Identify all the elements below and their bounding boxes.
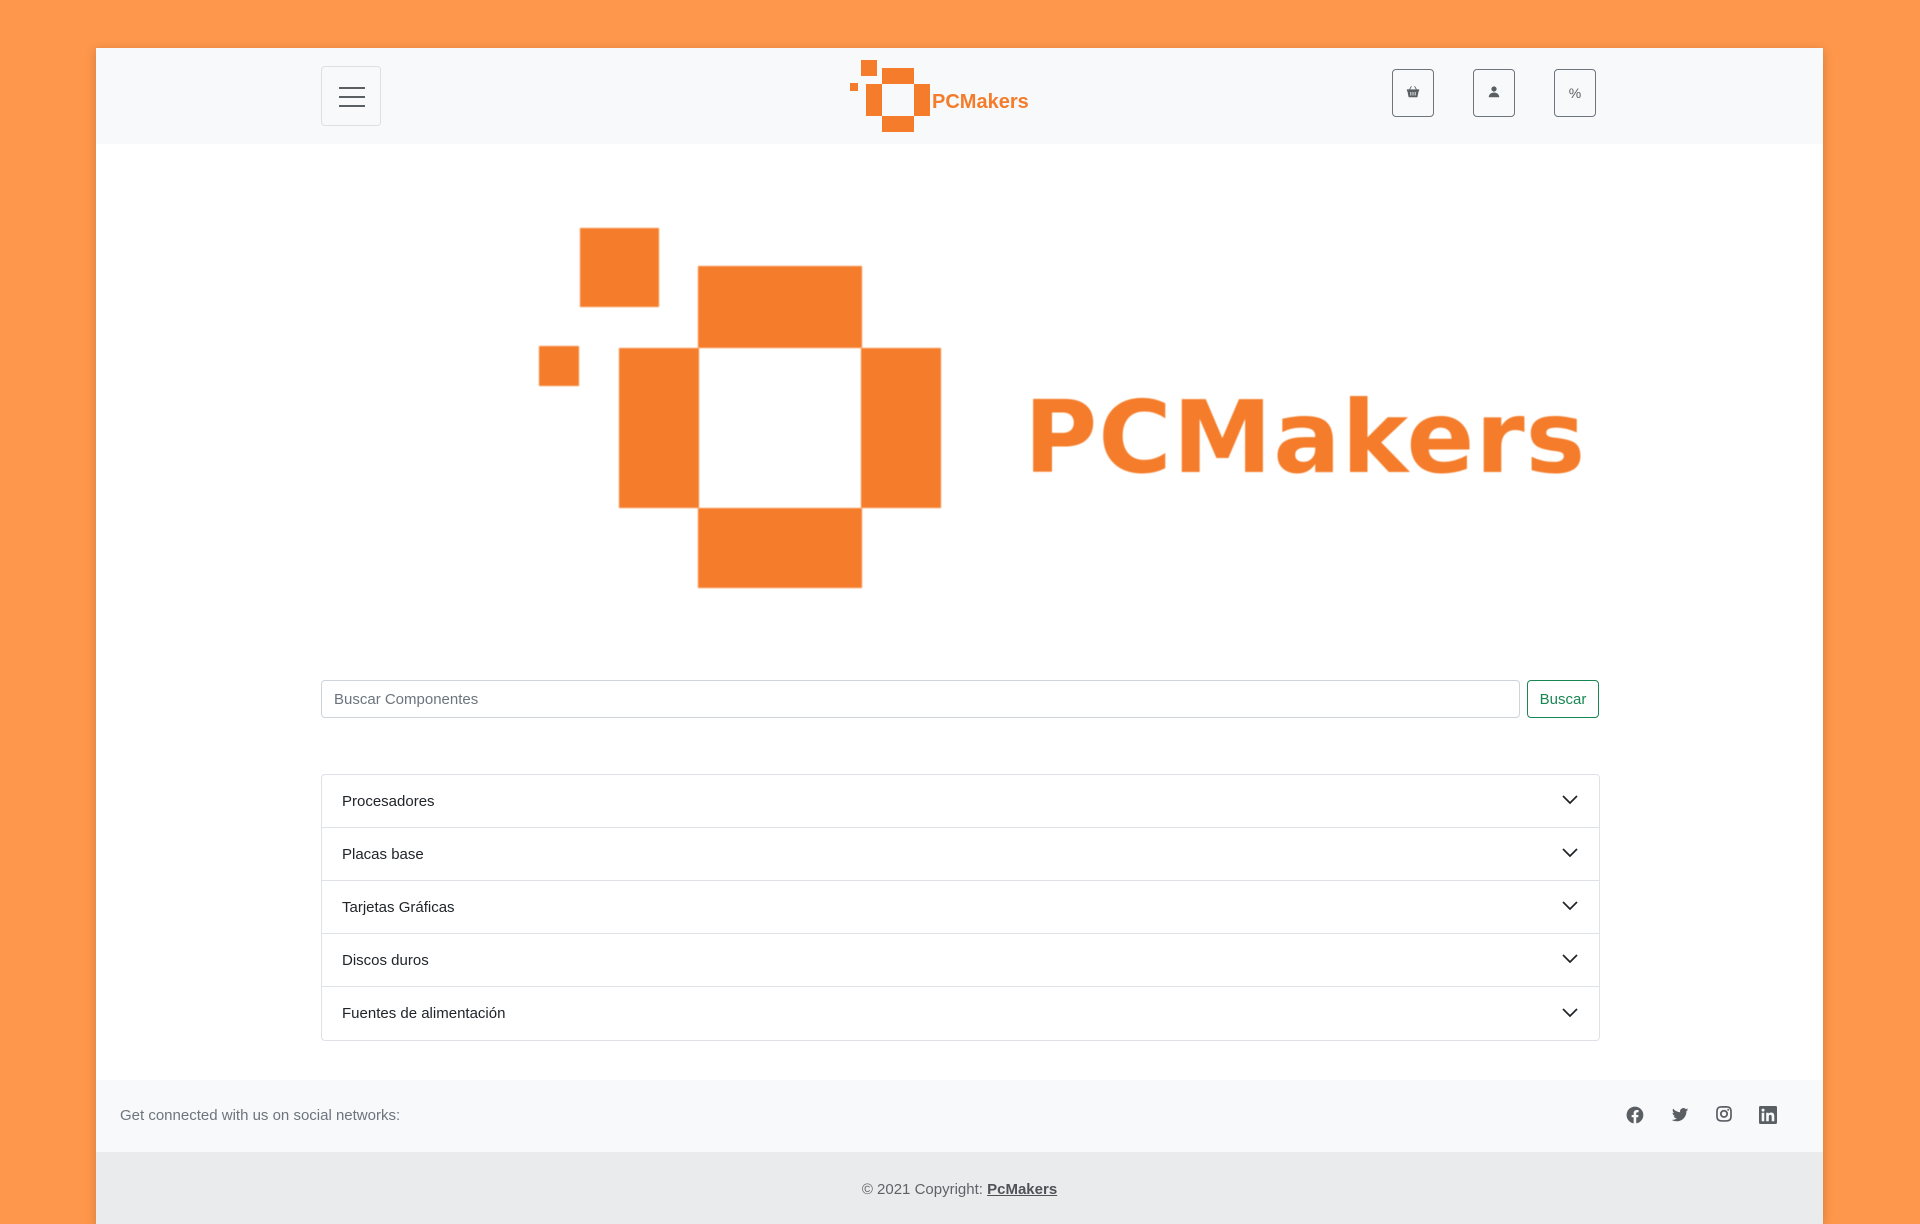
copyright-bar: © 2021 Copyright: PcMakers	[96, 1152, 1823, 1224]
facebook-icon[interactable]	[1626, 1106, 1646, 1126]
search-input[interactable]	[321, 680, 1520, 718]
social-bar: Get connected with us on social networks…	[96, 1080, 1823, 1152]
hero-brand-name: PCMakers	[1024, 379, 1587, 496]
accordion-item-label: Fuentes de alimentación	[342, 1005, 506, 1022]
navbar-brand-link[interactable]: PCMakers	[850, 60, 1070, 132]
chevron-down-icon	[1561, 790, 1579, 808]
account-button[interactable]	[1473, 69, 1515, 117]
accordion-item-placas-base[interactable]: Placas base	[322, 828, 1599, 881]
accordion-item-tarjetas-graficas[interactable]: Tarjetas Gráficas	[322, 881, 1599, 934]
chevron-down-icon	[1561, 896, 1579, 914]
basket-icon	[1406, 85, 1420, 102]
accordion-item-procesadores[interactable]: Procesadores	[322, 775, 1599, 828]
copyright-link[interactable]: PcMakers	[987, 1181, 1057, 1198]
accordion-item-label: Procesadores	[342, 792, 435, 810]
chevron-down-icon	[1561, 1003, 1579, 1021]
accordion-item-discos-duros[interactable]: Discos duros	[322, 934, 1599, 987]
chevron-down-icon	[1561, 843, 1579, 861]
menu-toggle-button[interactable]	[321, 66, 381, 126]
navbar: PCMakers %	[96, 48, 1823, 144]
brand-logo-icon	[850, 60, 930, 132]
social-text: Get connected with us on social networks…	[120, 1107, 401, 1124]
offers-button[interactable]: %	[1554, 69, 1596, 117]
hero-logo: PCMakers	[442, 228, 1602, 608]
percent-icon: %	[1568, 85, 1582, 101]
accordion-item-label: Discos duros	[342, 951, 429, 969]
twitter-icon[interactable]	[1671, 1106, 1691, 1126]
linkedin-icon[interactable]	[1759, 1106, 1779, 1126]
copyright-text: © 2021 Copyright: PcMakers	[96, 1181, 1823, 1198]
category-accordion: Procesadores Placas base Tarjetas Gráfic…	[321, 774, 1600, 1041]
copyright-prefix: © 2021 Copyright:	[861, 1181, 983, 1198]
instagram-icon[interactable]	[1715, 1106, 1735, 1126]
hamburger-menu-icon	[339, 87, 365, 89]
accordion-item-label: Placas base	[342, 845, 424, 863]
search-button[interactable]: Buscar	[1527, 680, 1599, 718]
chevron-down-icon	[1561, 949, 1579, 967]
user-icon	[1487, 85, 1501, 102]
accordion-item-fuentes-alimentacion[interactable]: Fuentes de alimentación	[322, 987, 1599, 1040]
page: PCMakers % PCMakers Buscar Procesadore	[96, 48, 1823, 1224]
accordion-item-label: Tarjetas Gráficas	[342, 898, 455, 916]
cart-button[interactable]	[1392, 69, 1434, 117]
brand-name: PCMakers	[932, 90, 1029, 113]
